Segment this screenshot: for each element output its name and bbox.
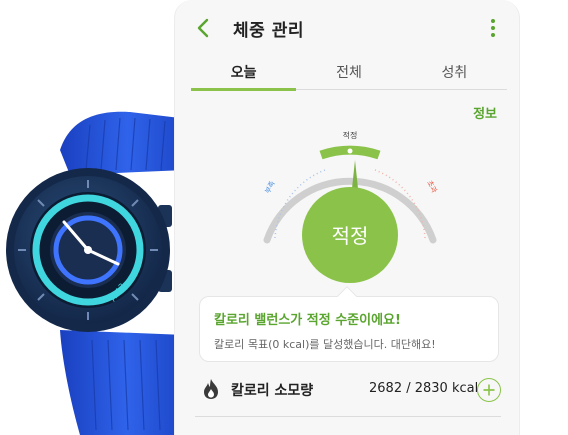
- gauge-status-text: 적정: [332, 224, 369, 248]
- watch-illustration: AT13: [6, 111, 196, 435]
- gauge-left-label: 부족: [264, 179, 277, 195]
- phone-screen: 체중 관리 오늘 전체 성취 정보 적정 부족 초과 적정 칼로리 밸런스가 적…: [174, 0, 520, 435]
- screen: AT13 체중 관리 오늘 전체 성취 정보 적정 부족 초과 적정 칼로리 밸…: [0, 0, 568, 435]
- tab-today[interactable]: 오늘: [191, 58, 297, 91]
- page-title: 체중 관리: [233, 21, 304, 41]
- divider: [195, 416, 501, 417]
- tab-all[interactable]: 전체: [296, 58, 401, 89]
- calories-burned-value: 2682 / 2830 kcal: [369, 381, 479, 396]
- more-vert-icon[interactable]: [481, 16, 505, 40]
- balance-message-card: 칼로리 밸런스가 적정 수준이에요! 칼로리 목표(0 kcal)를 달성했습니…: [199, 286, 499, 362]
- tab-achievements[interactable]: 성취: [402, 58, 507, 89]
- fire-icon: [204, 379, 218, 399]
- gauge-range-marker: [347, 148, 353, 154]
- calorie-balance-gauge: 적정 부족 초과 적정: [263, 130, 439, 283]
- calories-burned-row[interactable]: 칼로리 소모량 2682 / 2830 kcal: [175, 372, 519, 416]
- back-arrow-icon[interactable]: [191, 14, 215, 42]
- gauge-right-label: 초과: [425, 179, 439, 195]
- info-link[interactable]: 정보: [473, 103, 497, 122]
- gauge-top-label: 적정: [343, 130, 358, 140]
- calories-burned-label: 칼로리 소모량: [231, 383, 314, 399]
- app-bar: 체중 관리: [175, 0, 519, 56]
- plus-icon[interactable]: [477, 378, 501, 402]
- message-body: 칼로리 목표(0 kcal)를 달성했습니다. 대단해요!: [214, 338, 436, 351]
- tab-bar: 오늘 전체 성취: [191, 58, 507, 91]
- message-title: 칼로리 밸런스가 적정 수준이에요!: [214, 313, 401, 328]
